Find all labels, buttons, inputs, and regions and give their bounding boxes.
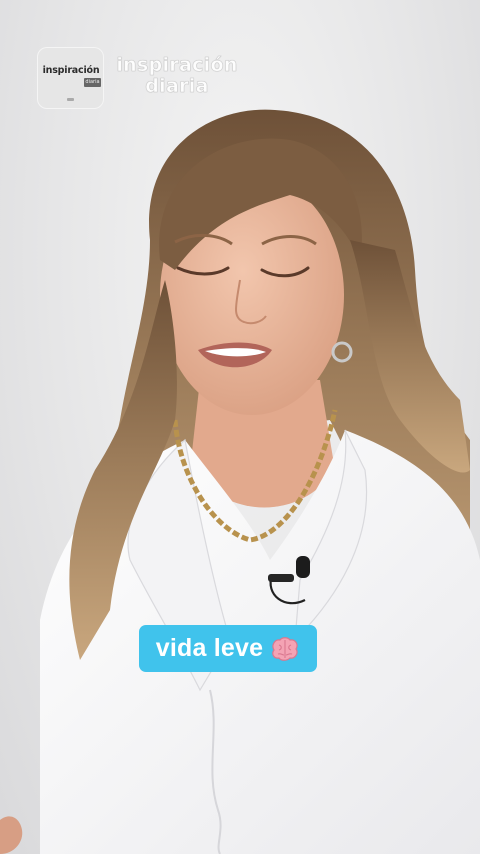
brand-name-line1: inspiración [116,54,238,76]
logo-dot [67,98,74,101]
caption-text: vida leve [155,634,264,662]
brain-icon [272,636,298,661]
video-frame[interactable]: inspiración diaria inspiración diaria vi… [0,0,480,854]
logo-word: inspiración [42,65,100,76]
brand-logo: inspiración diaria [37,47,104,109]
brand-name-line2: diaria [145,75,209,97]
woman-speaking-photo [0,109,480,854]
brand-name: inspiración diaria [112,54,242,97]
logo-tag: diaria [84,78,101,87]
caption-badge: vida leve [139,625,317,672]
